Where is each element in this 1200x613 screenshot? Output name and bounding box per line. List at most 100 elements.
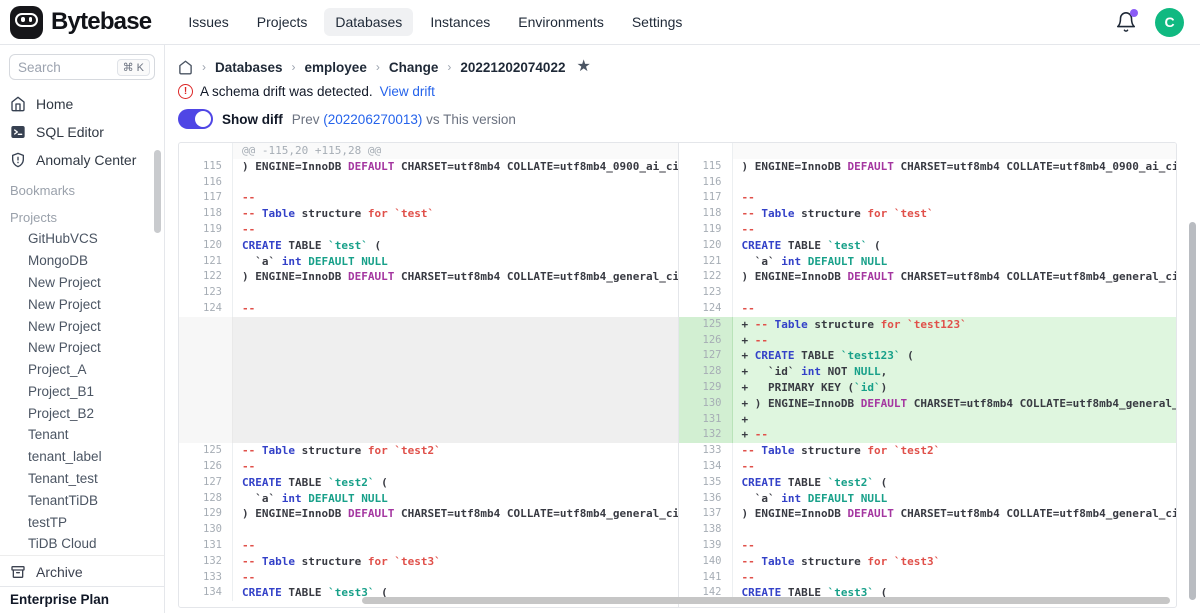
- line-number: [179, 427, 233, 443]
- project-item[interactable]: New Project: [0, 337, 164, 359]
- breadcrumb-item[interactable]: Change: [389, 60, 439, 75]
- line-number: 132: [679, 427, 733, 443]
- nav-item-databases[interactable]: Databases: [324, 8, 413, 36]
- code-text: [733, 143, 1177, 159]
- line-number: 130: [179, 522, 233, 538]
- code-text: [233, 333, 678, 349]
- sidebar-item-archive[interactable]: Archive: [0, 555, 164, 587]
- page-vertical-scrollbar[interactable]: [1189, 222, 1196, 600]
- code-text: `a` int DEFAULT NULL: [233, 491, 678, 507]
- line-number: 126: [179, 459, 233, 475]
- code-text: [233, 364, 678, 380]
- line-number: 118: [679, 206, 733, 222]
- diff-line-previous: 130: [179, 522, 678, 538]
- project-item[interactable]: GitHubVCS: [0, 228, 164, 250]
- code-text: -- Table structure for `test3`: [233, 554, 678, 570]
- diff-line-previous: 121 `a` int DEFAULT NULL: [179, 254, 678, 270]
- breadcrumb-item[interactable]: Databases: [215, 60, 283, 75]
- diff-line-previous: 123: [179, 285, 678, 301]
- code-text: -- Table structure for `test3`: [733, 554, 1177, 570]
- diff-line-previous: [179, 317, 678, 333]
- line-number: [179, 317, 233, 333]
- line-number: 137: [679, 506, 733, 522]
- project-item[interactable]: Project_B1: [0, 380, 164, 402]
- code-text: [233, 412, 678, 428]
- code-text: [733, 285, 1177, 301]
- diff-line-current: 130+ ) ENGINE=InnoDB DEFAULT CHARSET=utf…: [679, 396, 1177, 412]
- sidebar-item-label: Anomaly Center: [36, 152, 136, 168]
- search-input[interactable]: Search ⌘ K: [9, 54, 155, 80]
- diff-line-previous: [179, 348, 678, 364]
- code-text: -- Table structure for `test`: [733, 206, 1177, 222]
- bytebase-logo[interactable]: Bytebase: [10, 6, 151, 39]
- prev-version-link[interactable]: (202206270013): [323, 112, 422, 127]
- breadcrumb-separator: ›: [447, 60, 451, 74]
- diff-line-current: 126+ --: [679, 333, 1177, 349]
- project-item[interactable]: TenantTiDB: [0, 489, 164, 511]
- nav-item-issues[interactable]: Issues: [177, 8, 239, 36]
- line-number: 115: [179, 159, 233, 175]
- breadcrumb-separator: ›: [376, 60, 380, 74]
- project-item[interactable]: Project_A: [0, 359, 164, 381]
- code-text: [233, 396, 678, 412]
- project-item[interactable]: MongoDB: [0, 250, 164, 272]
- line-number: 120: [179, 238, 233, 254]
- project-item[interactable]: New Project: [0, 293, 164, 315]
- project-item[interactable]: Tenant: [0, 424, 164, 446]
- code-text: ) ENGINE=InnoDB DEFAULT CHARSET=utf8mb4 …: [733, 159, 1177, 175]
- sidebar-item-home[interactable]: Home: [0, 90, 164, 118]
- diff-line-previous: 131--: [179, 538, 678, 554]
- diff-line-current: 127+ CREATE TABLE `test123` (: [679, 348, 1177, 364]
- avatar[interactable]: C: [1155, 8, 1184, 37]
- diff-line-previous: 117--: [179, 190, 678, 206]
- diff-line-previous: 124--: [179, 301, 678, 317]
- project-item[interactable]: tenant_label: [0, 446, 164, 468]
- code-text: --: [733, 301, 1177, 317]
- view-drift-link[interactable]: View drift: [380, 84, 435, 99]
- sidebar-item-sql-editor[interactable]: SQL Editor: [0, 118, 164, 146]
- code-text: + `id` int NOT NULL,: [733, 364, 1177, 380]
- line-number: 125: [179, 443, 233, 459]
- show-diff-toggle[interactable]: [178, 109, 213, 129]
- sidebar-item-anomaly-center[interactable]: Anomaly Center: [0, 146, 164, 174]
- diff-line-previous: 127CREATE TABLE `test2` (: [179, 475, 678, 491]
- nav-item-environments[interactable]: Environments: [507, 8, 615, 36]
- diff-line-current: 139--: [679, 538, 1177, 554]
- code-text: --: [233, 459, 678, 475]
- archive-label: Archive: [36, 564, 83, 580]
- breadcrumb-item[interactable]: 20221202074022: [460, 60, 565, 75]
- line-number: 124: [679, 301, 733, 317]
- line-number: 139: [679, 538, 733, 554]
- nav-item-settings[interactable]: Settings: [621, 8, 694, 36]
- diff-line-previous: 126--: [179, 459, 678, 475]
- header-right: C: [1115, 8, 1184, 37]
- project-item[interactable]: New Project: [0, 315, 164, 337]
- code-text: --: [733, 538, 1177, 554]
- project-item[interactable]: Project_B2: [0, 402, 164, 424]
- plan-badge: Enterprise Plan: [0, 586, 164, 613]
- project-item[interactable]: New Project: [0, 272, 164, 294]
- nav-item-projects[interactable]: Projects: [246, 8, 319, 36]
- sidebar-scrollbar[interactable]: [154, 150, 161, 233]
- code-text: --: [733, 570, 1177, 586]
- code-text: --: [233, 190, 678, 206]
- diff-toggle-row: Show diff Prev (202206270013) vs This ve…: [178, 109, 1200, 129]
- line-number: 121: [679, 254, 733, 270]
- diff-line-previous: [179, 396, 678, 412]
- breadcrumb-item[interactable]: employee: [305, 60, 367, 75]
- bookmark-star-icon[interactable]: ★: [576, 59, 590, 75]
- nav-item-instances[interactable]: Instances: [419, 8, 501, 36]
- code-text: -- Table structure for `test2`: [733, 443, 1177, 459]
- line-number: [179, 143, 233, 159]
- line-number: 128: [679, 364, 733, 380]
- notifications-button[interactable]: [1115, 11, 1137, 33]
- home-breadcrumb-icon[interactable]: [178, 60, 193, 75]
- code-text: --: [233, 222, 678, 238]
- diff-horizontal-scrollbar[interactable]: [362, 597, 1170, 604]
- code-text: CREATE TABLE `test2` (: [733, 475, 1177, 491]
- bytebase-logo-icon: [10, 6, 43, 39]
- project-item[interactable]: Tenant_test: [0, 468, 164, 490]
- project-item[interactable]: testTP: [0, 511, 164, 533]
- project-item[interactable]: TiDB Cloud: [0, 533, 164, 555]
- sidebar-item-label: Home: [36, 96, 73, 112]
